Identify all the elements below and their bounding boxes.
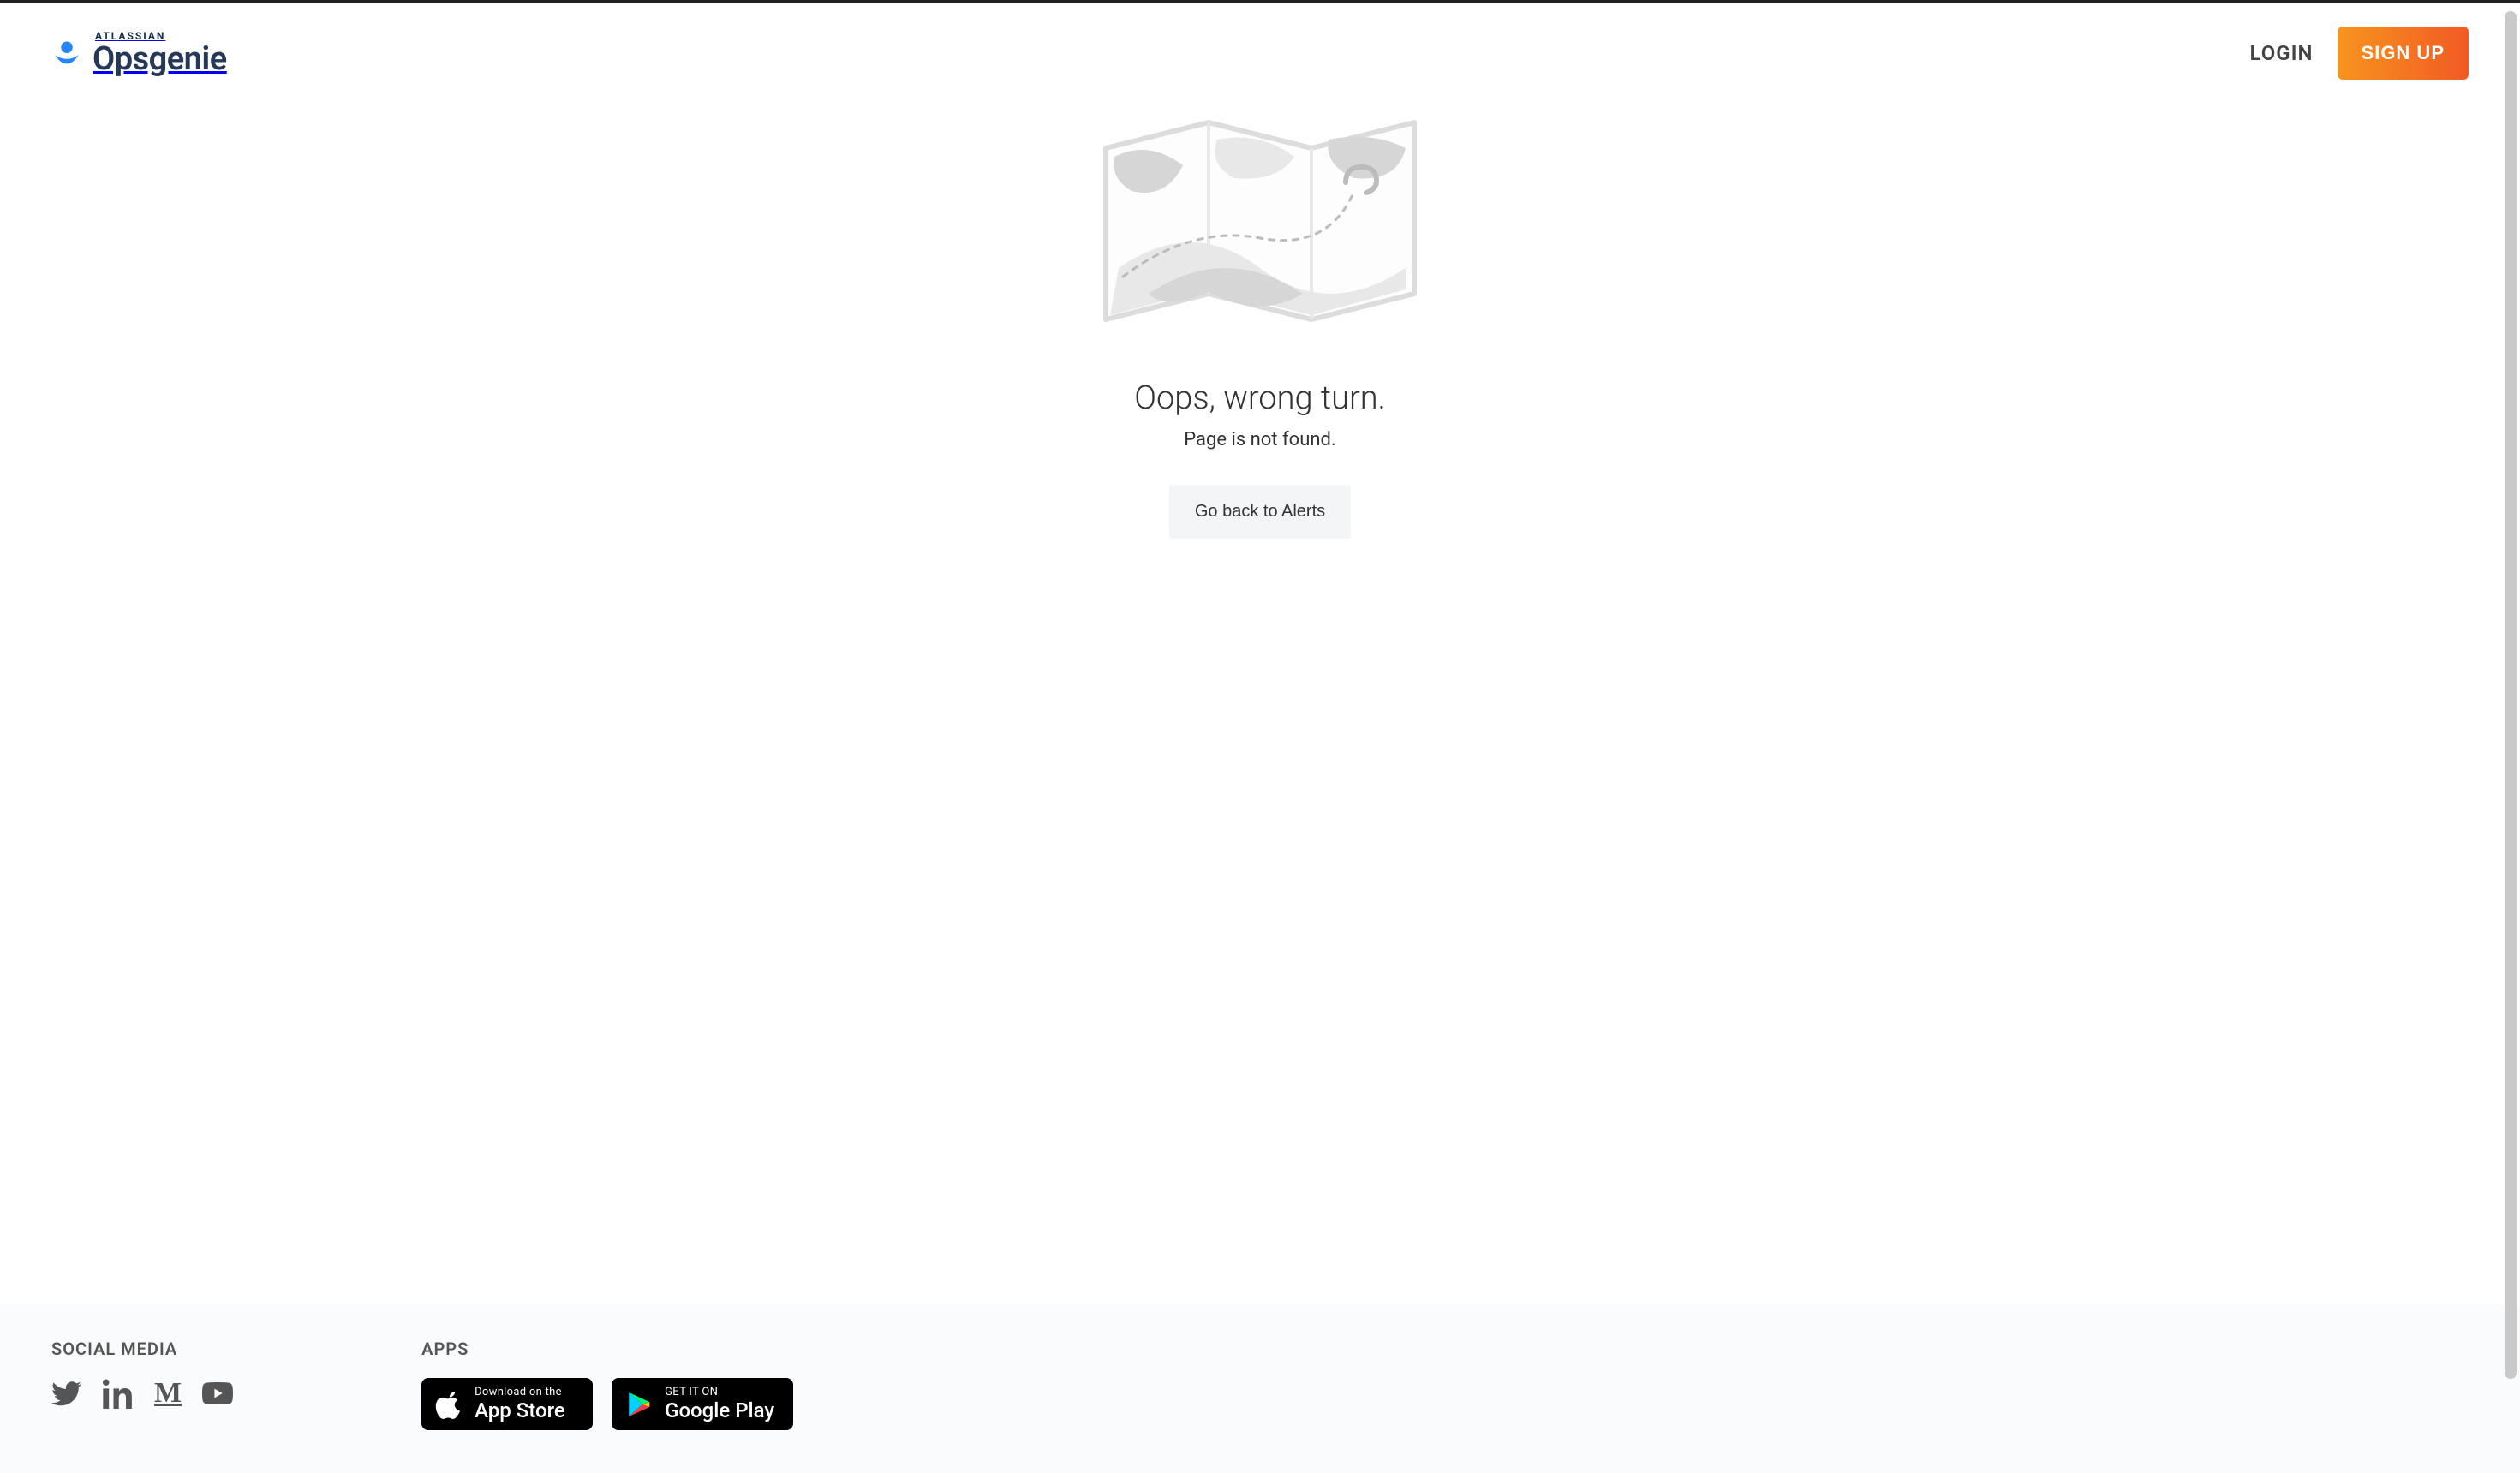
- brand-logo[interactable]: ATLASSIAN Opsgenie: [51, 31, 227, 75]
- vertical-scrollbar[interactable]: [2505, 11, 2517, 1379]
- google-play-text: GET IT ON Google Play: [665, 1387, 774, 1422]
- linkedin-icon[interactable]: [103, 1378, 134, 1409]
- google-play-bottom-line: Google Play: [665, 1399, 774, 1422]
- error-subheading: Page is not found.: [1184, 429, 1335, 450]
- opsgenie-logo-icon: [51, 38, 82, 69]
- app-store-bottom-line: App Store: [475, 1399, 565, 1422]
- brand-text: ATLASSIAN Opsgenie: [93, 31, 227, 75]
- site-header: ATLASSIAN Opsgenie LOGIN SIGN UP: [0, 3, 2520, 80]
- brand-name: Opsgenie: [93, 43, 227, 75]
- login-link[interactable]: LOGIN: [2250, 41, 2314, 65]
- app-store-text: Download on the App Store: [475, 1387, 565, 1422]
- app-store-button[interactable]: Download on the App Store: [421, 1378, 593, 1430]
- error-heading: Oops, wrong turn.: [1134, 379, 1385, 417]
- google-play-button[interactable]: GET IT ON Google Play: [612, 1378, 793, 1430]
- main-content: Oops, wrong turn. Page is not found. Go …: [0, 80, 2520, 1304]
- medium-icon[interactable]: M: [154, 1379, 182, 1408]
- lost-map-illustration: [1089, 97, 1431, 345]
- google-play-top-line: GET IT ON: [665, 1387, 774, 1398]
- footer-apps-heading: APPS: [421, 1339, 793, 1359]
- apple-icon: [435, 1390, 464, 1419]
- header-actions: LOGIN SIGN UP: [2250, 27, 2469, 80]
- footer-apps-column: APPS Download on the App Store: [421, 1339, 793, 1430]
- social-links-row: M: [51, 1378, 233, 1409]
- app-store-top-line: Download on the: [475, 1387, 565, 1398]
- go-back-button[interactable]: Go back to Alerts: [1169, 485, 1351, 539]
- app-store-links-row: Download on the App Store GET IT ON Goog…: [421, 1378, 793, 1430]
- signup-button[interactable]: SIGN UP: [2338, 27, 2469, 80]
- twitter-icon[interactable]: [51, 1378, 82, 1409]
- google-play-icon: [625, 1390, 654, 1419]
- footer-social-heading: SOCIAL MEDIA: [51, 1339, 233, 1359]
- site-footer: SOCIAL MEDIA M APPS Download on the: [0, 1304, 2520, 1473]
- footer-social-column: SOCIAL MEDIA M: [51, 1339, 233, 1430]
- youtube-icon[interactable]: [202, 1378, 233, 1409]
